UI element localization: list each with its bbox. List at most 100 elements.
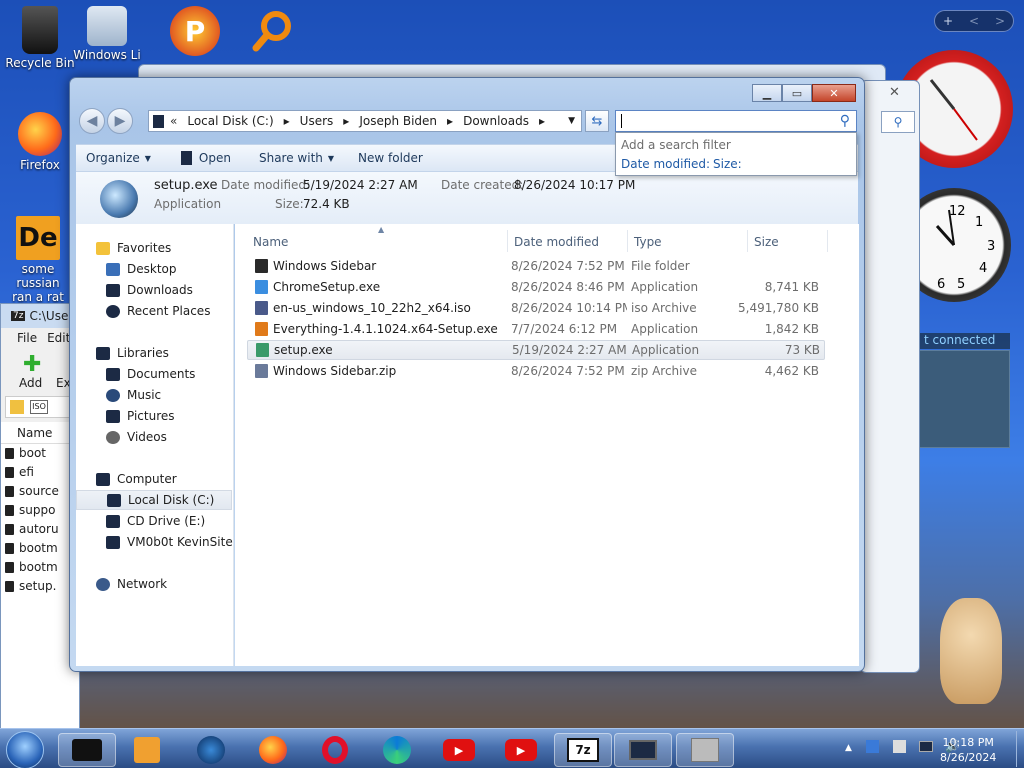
list-item[interactable]: boot <box>1 444 79 463</box>
start-orb-icon[interactable] <box>6 731 44 768</box>
nav-computer[interactable]: Computer <box>96 469 177 489</box>
menu-edit[interactable]: Edit <box>47 331 70 345</box>
nav-cd-drive[interactable]: CD Drive (E:) <box>106 511 205 531</box>
column-divider[interactable] <box>747 230 748 252</box>
taskbar-firefox[interactable] <box>244 733 302 767</box>
nav-downloads[interactable]: Downloads <box>106 280 193 300</box>
tray-expand-icon[interactable]: ▲ <box>845 743 852 753</box>
chevron-right-icon[interactable]: ▸ <box>284 114 290 128</box>
list-item[interactable]: suppo <box>1 501 79 520</box>
column-header-name[interactable]: Name <box>1 422 79 444</box>
tray-app-icon[interactable] <box>865 740 879 753</box>
taskbar-globe[interactable] <box>182 733 240 767</box>
desktop-icon-recycle-bin[interactable]: Recycle Bin <box>4 6 76 70</box>
game-icon[interactable]: P <box>170 6 220 56</box>
list-item[interactable]: setup. <box>1 577 79 596</box>
taskbar-youtube-2[interactable]: ▶ <box>492 733 550 767</box>
menu-file[interactable]: File <box>17 331 37 345</box>
search-icon[interactable]: ⚲ <box>881 111 915 133</box>
column-header-date-modified[interactable]: Date modified <box>514 232 599 252</box>
breadcrumb-overflow-icon[interactable]: « <box>170 114 177 128</box>
breadcrumb-downloads[interactable]: Downloads <box>463 114 529 128</box>
column-divider[interactable] <box>827 230 828 252</box>
nav-documents[interactable]: Documents <box>106 364 195 384</box>
column-divider[interactable] <box>507 230 508 252</box>
column-header-type[interactable]: Type <box>634 232 662 252</box>
gadget-prev-button[interactable]: < <box>969 14 979 28</box>
nav-favorites[interactable]: Favorites <box>96 238 171 258</box>
nav-videos[interactable]: Videos <box>106 427 167 447</box>
show-desktop-button[interactable] <box>1016 731 1023 767</box>
nav-music[interactable]: Music <box>106 385 161 405</box>
nav-desktop[interactable]: Desktop <box>106 259 177 279</box>
file-row[interactable]: setup.exe 5/19/2024 2:27 AM Application 73 … <box>247 340 825 360</box>
network-icon[interactable] <box>919 741 934 752</box>
7zip-window[interactable]: 7z C:\Use File Edit ✚ Add Ex ISO Name bo… <box>0 303 80 744</box>
refresh-button[interactable]: ⇆ <box>585 110 609 132</box>
chevron-right-icon[interactable]: ▸ <box>539 114 545 128</box>
add-button[interactable]: Add <box>19 376 42 390</box>
share-with-button[interactable]: Share with ▼ <box>241 151 344 165</box>
organize-button[interactable]: Organize ▼ <box>76 151 161 165</box>
address-bar[interactable]: « Local Disk (C:) ▸ Users ▸ Joseph Biden… <box>148 110 582 132</box>
file-row[interactable]: en-us_windows_10_22h2_x64.iso 8/26/2024 1… <box>247 298 825 318</box>
list-item[interactable]: source <box>1 482 79 501</box>
nav-local-disk[interactable]: Local Disk (C:) <box>76 490 232 510</box>
taskbar-opera[interactable] <box>306 733 364 767</box>
open-button[interactable]: Open <box>161 151 241 165</box>
list-item[interactable]: bootm <box>1 539 79 558</box>
nav-network[interactable]: Network <box>96 574 167 594</box>
explorer-window[interactable]: ▁ ▭ ✕ ◀ ▶ « Local Disk (C:) ▸ Users ▸ Jo… <box>69 77 865 672</box>
back-button[interactable]: ◀ <box>79 108 105 134</box>
taskbar-clock[interactable]: 10:18 PM 8/26/2024 <box>940 735 996 765</box>
file-row[interactable]: ChromeSetup.exe 8/26/2024 8:46 PM Applicat… <box>247 277 825 297</box>
taskbar-youtube-1[interactable]: ▶ <box>430 733 488 767</box>
search-filter-dropdown[interactable]: Add a search filter Date modified: Size: <box>615 132 857 176</box>
list-item[interactable]: efi <box>1 463 79 482</box>
taskbar-sidebar[interactable] <box>676 733 734 767</box>
background-window-edge[interactable]: ✕ ⚲ <box>860 80 920 673</box>
breadcrumb-users[interactable]: Users <box>300 114 334 128</box>
close-button[interactable]: ✕ <box>812 84 856 102</box>
taskbar-7zip[interactable]: 7z <box>554 733 612 767</box>
search-everything-icon[interactable] <box>250 8 296 54</box>
network-gadget[interactable] <box>916 350 1010 448</box>
hamster-gadget-icon[interactable] <box>940 598 1002 704</box>
nav-recent-places[interactable]: Recent Places <box>106 301 210 321</box>
file-row[interactable]: Windows Sidebar.zip 8/26/2024 7:52 PM zip … <box>247 361 825 381</box>
nav-libraries[interactable]: Libraries <box>96 343 169 363</box>
minimize-button[interactable]: ▁ <box>752 84 782 102</box>
taskbar-media-player[interactable] <box>118 733 176 767</box>
gadget-next-button[interactable]: > <box>995 14 1005 28</box>
column-header-size[interactable]: Size <box>754 232 779 252</box>
filter-date-modified[interactable]: Date modified: <box>621 157 710 171</box>
chevron-down-icon[interactable]: ▼ <box>568 116 575 126</box>
taskbar-monitor[interactable] <box>614 733 672 767</box>
column-header-name[interactable]: Name <box>253 232 288 252</box>
column-divider[interactable] <box>627 230 628 252</box>
taskbar-terminal[interactable] <box>58 733 116 767</box>
desktop-icon-firefox[interactable]: Firefox <box>4 112 76 172</box>
filter-size[interactable]: Size: <box>713 157 742 171</box>
new-folder-button[interactable]: New folder <box>344 151 433 165</box>
nav-vm-share[interactable]: VM0b0t KevinSite <box>106 532 233 552</box>
chevron-right-icon[interactable]: ▸ <box>343 114 349 128</box>
folder-up-icon[interactable] <box>10 400 24 414</box>
file-row[interactable]: Everything-1.4.1.1024.x64-Setup.exe 7/7/2… <box>247 319 825 339</box>
action-center-icon[interactable] <box>892 740 906 753</box>
gadget-control-bar[interactable]: + < > <box>934 10 1014 32</box>
file-row[interactable]: Windows Sidebar 8/26/2024 7:52 PM File fol… <box>247 256 825 276</box>
taskbar-edge[interactable] <box>368 733 426 767</box>
chevron-right-icon[interactable]: ▸ <box>447 114 453 128</box>
list-item[interactable]: bootm <box>1 558 79 577</box>
search-input[interactable]: ⚲ <box>615 110 857 132</box>
desktop-icon-windows-live[interactable]: Windows Li <box>72 6 142 62</box>
breadcrumb-local-disk[interactable]: Local Disk (C:) <box>187 114 273 128</box>
desktop-icon-de-app[interactable]: De some russian ran a rat <box>2 216 74 304</box>
add-gadget-button[interactable]: + <box>943 14 953 28</box>
forward-button[interactable]: ▶ <box>107 108 133 134</box>
nav-pictures[interactable]: Pictures <box>106 406 175 426</box>
search-icon[interactable]: ⚲ <box>840 113 850 129</box>
breadcrumb-joseph-biden[interactable]: Joseph Biden <box>359 114 437 128</box>
list-item[interactable]: autoru <box>1 520 79 539</box>
